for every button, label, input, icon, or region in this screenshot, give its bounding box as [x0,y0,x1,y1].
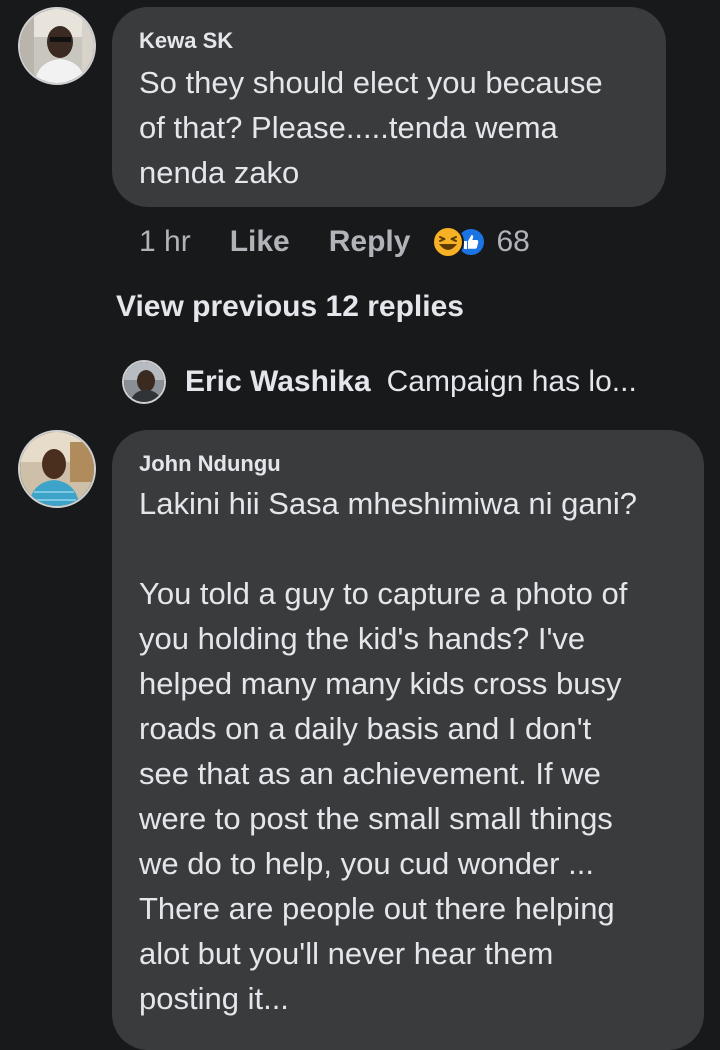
avatar-john-ndungu[interactable] [18,430,96,508]
comment-text: So they should elect you because of that… [139,65,603,190]
comment-text: Lakini hii Sasa mheshimiwa ni gani? You … [139,486,637,1016]
like-button[interactable]: Like [230,225,290,259]
reaction-count: 68 [496,225,530,258]
comment-timestamp: 1 hr [139,225,191,258]
avatar-eric-washika[interactable] [122,360,166,404]
comment-author[interactable]: Kewa SK [139,28,666,54]
comment-actions: 1 hr Like Reply 68 [139,222,530,262]
reply-author[interactable]: Eric Washika [185,365,371,399]
avatar-kewa-sk[interactable] [18,7,96,85]
comment-bubble-kewa-sk: Kewa SK So they should elect you because… [112,7,666,207]
user-photo-icon [20,9,94,83]
comment-author[interactable]: John Ndungu [139,451,704,477]
reply-preview-text: Campaign has lo... [386,365,637,398]
haha-reaction-icon [432,226,465,258]
reply-button[interactable]: Reply [329,225,411,259]
user-photo-icon [124,362,164,402]
view-previous-replies-link[interactable]: View previous 12 replies [116,290,464,324]
reply-preview[interactable]: Eric Washika Campaign has lo... [122,358,637,406]
user-photo-icon [20,432,94,506]
comment-bubble-john-ndungu: John Ndungu Lakini hii Sasa mheshimiwa n… [112,430,704,1050]
reactions-summary[interactable]: 68 [432,225,530,259]
